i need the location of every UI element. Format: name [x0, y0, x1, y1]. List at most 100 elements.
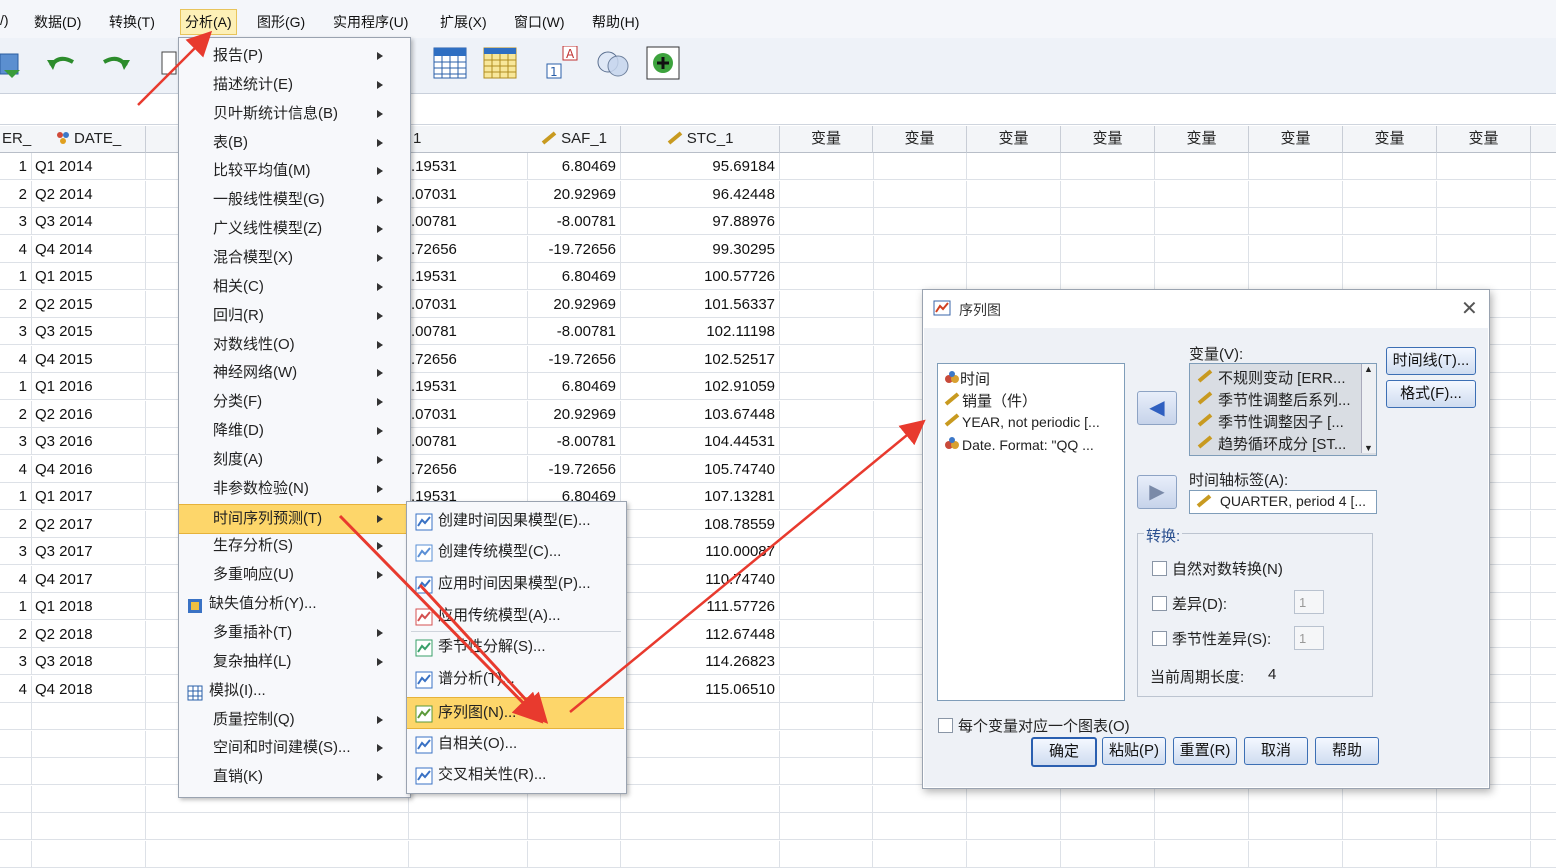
move-to-time-axis-button[interactable]: ▶ — [1137, 475, 1177, 509]
analyze-menu-item[interactable]: 回归(R) — [179, 302, 408, 330]
cell-empty[interactable] — [621, 703, 780, 730]
cell-empty[interactable] — [1249, 208, 1343, 235]
cell-er[interactable]: 2 — [0, 510, 32, 538]
analyze-menu-item[interactable]: 神经网络(W) — [179, 359, 408, 387]
cell-er[interactable]: 1 — [0, 263, 32, 290]
cell-empty[interactable] — [1531, 208, 1556, 235]
analyze-menu-item[interactable]: 空间和时间建模(S)... — [179, 734, 408, 762]
cell-empty[interactable] — [32, 703, 146, 730]
cell-empty[interactable] — [780, 235, 874, 263]
cell-empty[interactable] — [1531, 566, 1556, 593]
cell-stc[interactable]: 112.67448 — [621, 620, 780, 648]
cell-empty[interactable] — [1531, 428, 1556, 455]
difference-input[interactable]: 1 — [1294, 590, 1324, 614]
variables-scrollbar[interactable]: ▲ ▼ — [1361, 364, 1376, 453]
scroll-up-icon[interactable]: ▲ — [1364, 364, 1373, 374]
add-extension-icon[interactable] — [646, 46, 680, 80]
ok-button[interactable]: 确定 — [1031, 737, 1097, 767]
cell-empty[interactable] — [967, 263, 1061, 290]
time-series-submenu-item[interactable]: 交叉相关性(R)... — [407, 760, 624, 790]
menu-graphs[interactable]: 图形(G) — [257, 12, 305, 32]
cell-empty[interactable] — [873, 180, 967, 208]
cell-empty[interactable] — [780, 758, 873, 785]
cell-empty[interactable] — [1249, 263, 1343, 290]
cell-stc[interactable]: 101.56337 — [621, 290, 780, 318]
cell-empty[interactable] — [1437, 813, 1531, 840]
cell-empty[interactable] — [1343, 263, 1437, 290]
seasonal-difference-checkbox[interactable] — [1152, 631, 1167, 646]
cell-c1[interactable]: .72656 — [409, 235, 528, 263]
cell-empty[interactable] — [873, 153, 967, 180]
cell-empty[interactable] — [780, 648, 874, 675]
cell-empty[interactable] — [967, 235, 1061, 263]
cell-empty[interactable] — [873, 208, 967, 235]
cell-empty[interactable] — [1155, 235, 1249, 263]
cell-empty[interactable] — [1437, 153, 1531, 180]
sets-icon[interactable] — [596, 46, 630, 80]
cell-saf[interactable]: -19.72656 — [528, 235, 621, 263]
cell-empty[interactable] — [1437, 208, 1531, 235]
analyze-menu-item[interactable]: 生存分析(S) — [179, 532, 408, 560]
cell-c1[interactable]: .07031 — [409, 400, 528, 428]
cell-empty[interactable] — [1343, 180, 1437, 208]
cell-date[interactable]: Q4 2015 — [32, 345, 146, 373]
cell-stc[interactable]: 97.88976 — [621, 208, 780, 235]
cell-empty[interactable] — [780, 373, 874, 400]
cell-empty[interactable] — [1531, 153, 1556, 180]
natural-log-checkbox[interactable] — [1152, 561, 1167, 576]
cell-er[interactable]: 4 — [0, 235, 32, 263]
cell-empty[interactable] — [1343, 813, 1437, 840]
cell-empty[interactable] — [1249, 840, 1343, 868]
cell-c1[interactable]: .00781 — [409, 428, 528, 455]
cell-stc[interactable]: 96.42448 — [621, 180, 780, 208]
analyze-menu-item[interactable]: 混合模型(X) — [179, 244, 408, 272]
analyze-menu-item[interactable]: 相关(C) — [179, 273, 408, 301]
cell-date[interactable]: Q2 2016 — [32, 400, 146, 428]
cell-empty[interactable] — [621, 840, 780, 868]
cell-empty[interactable] — [1249, 180, 1343, 208]
cell-stc[interactable]: 102.11198 — [621, 318, 780, 345]
cell-empty[interactable] — [1155, 813, 1249, 840]
cell-empty[interactable] — [1531, 786, 1556, 813]
one-chart-per-variable-checkbox[interactable] — [938, 718, 953, 733]
analyze-menu-item[interactable]: 模拟(I)... — [179, 677, 408, 705]
list-item[interactable]: Date. Format: "QQ ... — [944, 436, 1094, 454]
cell-stc[interactable]: 111.57726 — [621, 593, 780, 620]
help-button[interactable]: 帮助 — [1315, 737, 1379, 765]
cell-empty[interactable] — [32, 785, 146, 813]
cell-empty[interactable] — [780, 840, 873, 868]
cell-empty[interactable] — [1531, 703, 1556, 730]
move-to-variables-button[interactable]: ◀ — [1137, 391, 1177, 425]
cell-empty[interactable] — [780, 593, 874, 620]
cell-saf[interactable]: 20.92969 — [528, 290, 621, 318]
time-series-submenu-item[interactable]: 谱分析(T)... — [407, 664, 624, 694]
analyze-menu-item[interactable]: 多重响应(U) — [179, 561, 408, 589]
cell-empty[interactable] — [967, 813, 1061, 840]
cell-empty[interactable] — [1531, 401, 1556, 428]
cell-empty[interactable] — [967, 840, 1061, 868]
cell-empty[interactable] — [0, 813, 32, 840]
cell-empty[interactable] — [32, 813, 146, 840]
cell-empty[interactable] — [780, 263, 874, 290]
cell-empty[interactable] — [1155, 785, 1249, 813]
column-header-var[interactable]: 变量 — [967, 126, 1061, 153]
cell-empty[interactable] — [1437, 840, 1531, 868]
cell-empty[interactable] — [528, 813, 621, 840]
cell-stc[interactable]: 110.74740 — [621, 565, 780, 593]
cell-er[interactable]: 1 — [0, 153, 32, 180]
analyze-menu-item[interactable]: 刻度(A) — [179, 446, 408, 474]
time-series-submenu-item[interactable]: 创建传统模型(C)... — [407, 537, 624, 567]
value-labels-icon[interactable]: A1 — [545, 46, 579, 80]
analyze-menu-item[interactable]: 表(B) — [179, 129, 408, 157]
cell-empty[interactable] — [780, 455, 874, 483]
cell-empty[interactable] — [1437, 235, 1531, 263]
format-button[interactable]: 格式(F)... — [1386, 380, 1476, 408]
column-header-var[interactable]: 变量 — [1061, 126, 1155, 153]
cell-c1[interactable]: .00781 — [409, 208, 528, 235]
cell-empty[interactable] — [780, 730, 873, 758]
cell-empty[interactable] — [0, 758, 32, 785]
paste-button[interactable]: 粘贴(P) — [1102, 737, 1166, 765]
cell-empty[interactable] — [1249, 785, 1343, 813]
cell-empty[interactable] — [0, 730, 32, 758]
cell-empty[interactable] — [780, 208, 874, 235]
